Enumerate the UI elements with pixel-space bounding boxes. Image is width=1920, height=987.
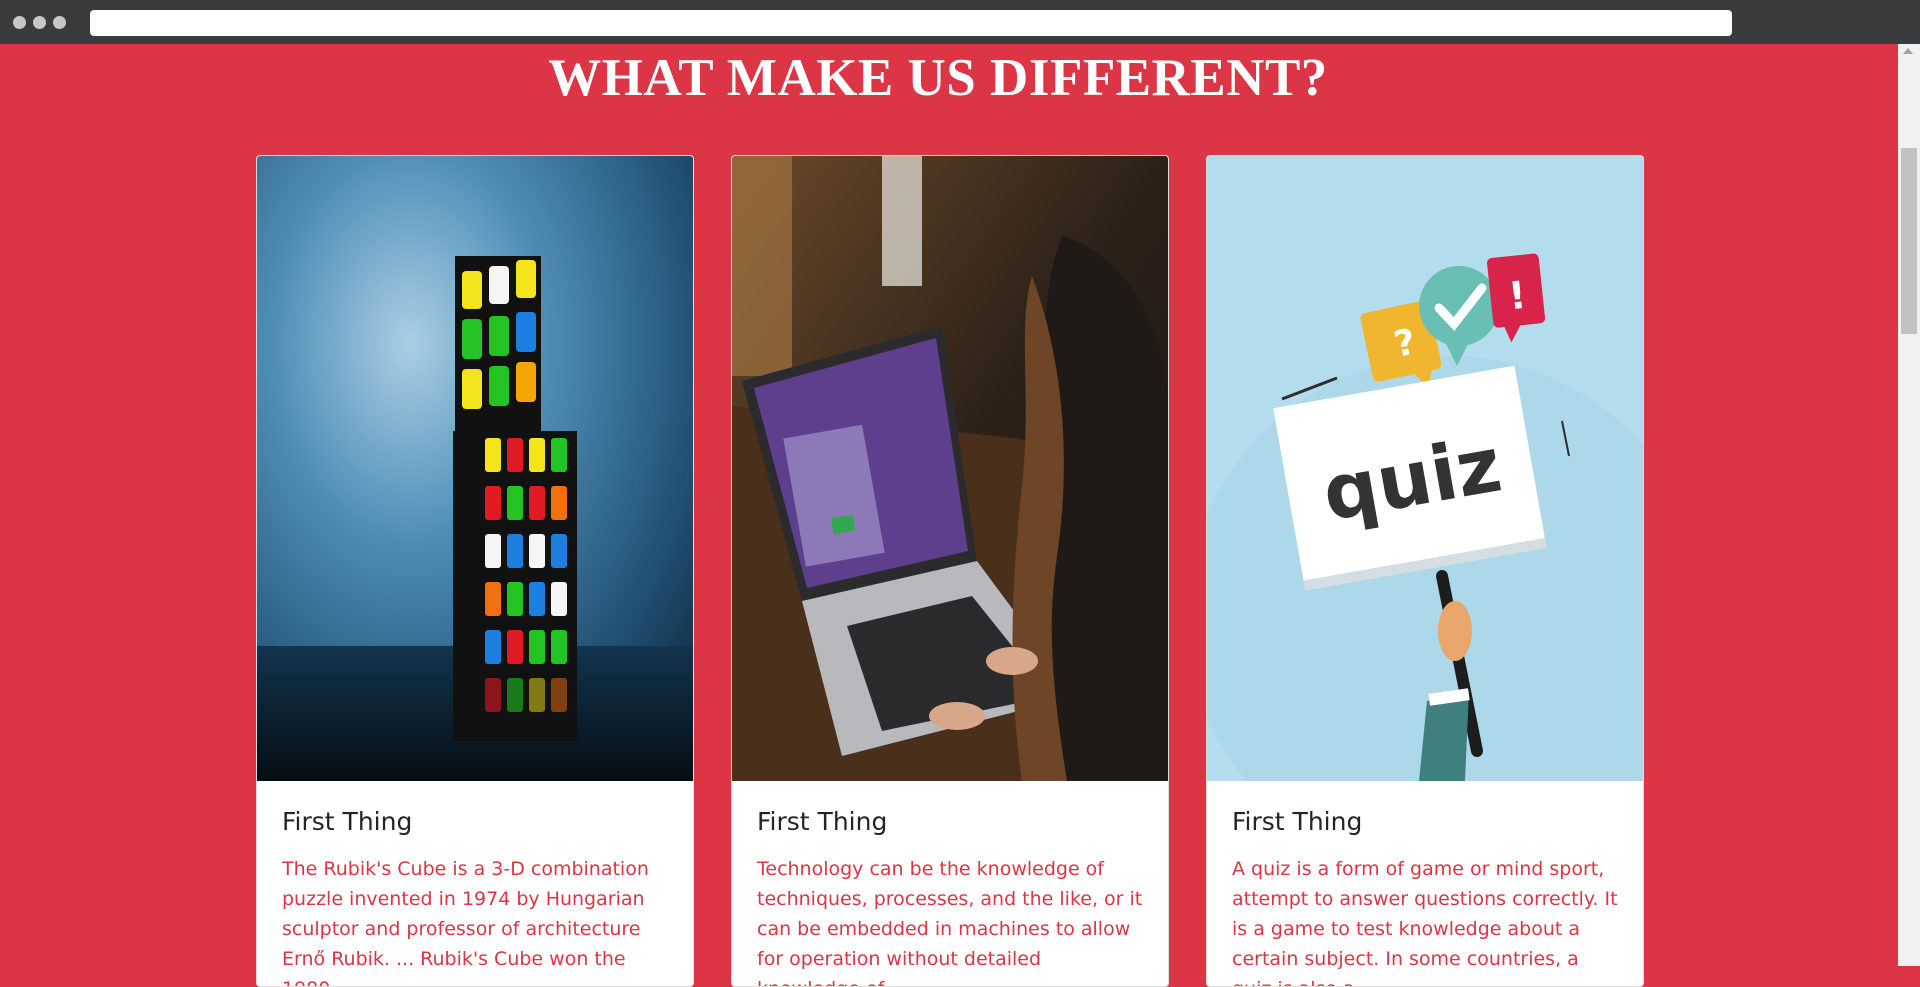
scrollbar-thumb[interactable] bbox=[1901, 148, 1917, 334]
feature-card: ? ! quiz First Thing A quiz is a form of… bbox=[1206, 155, 1644, 987]
card-body: First Thing The Rubik's Cube is a 3-D co… bbox=[257, 781, 693, 986]
card-title: First Thing bbox=[757, 807, 888, 836]
scroll-up-arrow-icon[interactable] bbox=[1903, 48, 1913, 54]
window-maximize-dot[interactable] bbox=[53, 16, 66, 29]
card-image bbox=[257, 156, 693, 781]
page-content: WHAT MAKE US DIFFERENT? First Thing The … bbox=[0, 44, 1898, 987]
card-image bbox=[732, 156, 1168, 781]
card-body: First Thing A quiz is a form of game or … bbox=[1207, 781, 1643, 986]
card-body: First Thing Technology can be the knowle… bbox=[732, 781, 1168, 986]
window-minimize-dot[interactable] bbox=[33, 16, 46, 29]
child-laptop-image bbox=[732, 156, 1168, 781]
browser-toolbar bbox=[0, 0, 1920, 44]
feature-card: First Thing Technology can be the knowle… bbox=[731, 155, 1169, 987]
vertical-scrollbar[interactable] bbox=[1898, 44, 1920, 966]
card-text: A quiz is a form of game or mind sport, … bbox=[1232, 858, 1618, 986]
card-title: First Thing bbox=[282, 807, 413, 836]
feature-card: First Thing The Rubik's Cube is a 3-D co… bbox=[256, 155, 694, 987]
address-bar[interactable] bbox=[90, 10, 1732, 36]
rubiks-cube-tower-image bbox=[257, 156, 693, 781]
card-image: ? ! quiz bbox=[1207, 156, 1643, 781]
card-text: Technology can be the knowledge of techn… bbox=[757, 858, 1143, 986]
window-close-dot[interactable] bbox=[13, 16, 26, 29]
section-heading: WHAT MAKE US DIFFERENT? bbox=[548, 49, 1328, 107]
card-title: First Thing bbox=[1232, 807, 1363, 836]
quiz-sign-image: ? ! quiz bbox=[1207, 156, 1643, 781]
card-text: The Rubik's Cube is a 3-D combination pu… bbox=[282, 858, 649, 986]
